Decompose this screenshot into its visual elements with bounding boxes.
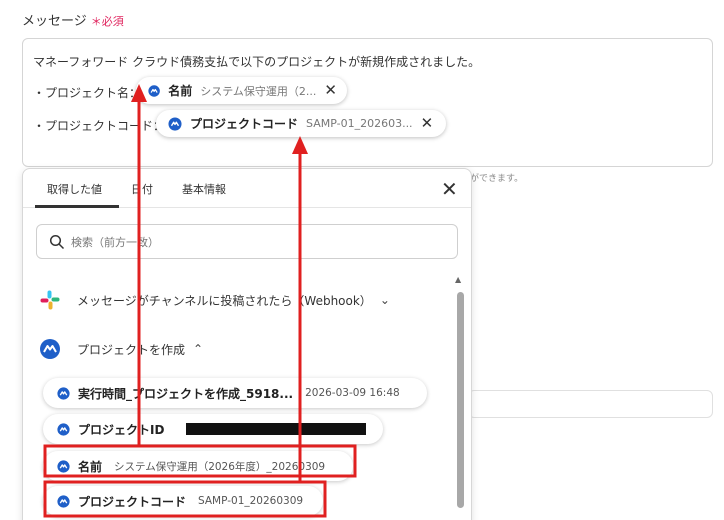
chevron-up-icon: ⌃ <box>193 342 204 356</box>
moneyforward-icon <box>148 84 160 97</box>
group-create-project[interactable]: プロジェクトを作成 ⌃ <box>39 338 203 360</box>
close-icon[interactable]: ✕ <box>324 83 337 98</box>
item-label: プロジェクトコード <box>78 494 187 509</box>
moneyforward-icon <box>57 494 70 508</box>
tab-basic-info[interactable]: 基本情報 <box>182 181 226 197</box>
item-value: 2026-03-09 16:48 <box>305 387 400 399</box>
chip-label: 名前 <box>168 84 193 98</box>
redacted-value <box>186 423 367 435</box>
slack-icon <box>40 290 60 310</box>
group-label: プロジェクトを作成 <box>77 342 186 357</box>
moneyforward-icon <box>57 459 70 473</box>
chip-value: SAMP-01_202603... <box>306 117 413 130</box>
item-label: プロジェクトID <box>78 422 165 437</box>
chevron-down-icon: ⌄ <box>379 293 390 307</box>
required-badge: ＊必須 <box>90 15 124 28</box>
moneyforward-icon <box>57 386 70 400</box>
message-line-1: マネーフォワード クラウド債務支払で以下のプロジェクトが新規作成されました。 <box>33 55 481 69</box>
chip-value: システム保守運用（2... <box>200 84 317 98</box>
close-icon[interactable]: ✕ <box>441 179 458 199</box>
active-tab-indicator <box>35 205 119 208</box>
search-input[interactable]: 検索（前方一致） <box>36 224 458 259</box>
message-field-label: メッセージ ＊必須 <box>22 14 124 29</box>
search-placeholder: 検索（前方一致） <box>71 235 159 249</box>
tab-retrieved-values[interactable]: 取得した値 <box>47 181 102 197</box>
value-item-name[interactable]: 名前 システム保守運用（2026年度）_20260309 <box>43 451 353 481</box>
group-slack-webhook[interactable]: メッセージがチャンネルに投稿されたら（Webhook） ⌄ <box>39 289 390 311</box>
value-item-project-code[interactable]: プロジェクトコード SAMP-01_20260309 <box>43 486 323 516</box>
item-value: システム保守運用（2026年度）_20260309 <box>114 460 326 473</box>
scroll-up-icon[interactable]: ▲ <box>455 275 461 284</box>
message-line-project-code-label: ・プロジェクトコード： <box>33 119 166 133</box>
item-label: 名前 <box>78 459 103 474</box>
variable-chip-project-code[interactable]: プロジェクトコード SAMP-01_202603... ✕ <box>156 110 446 137</box>
item-value: SAMP-01_20260309 <box>198 495 304 507</box>
variable-picker-panel: 取得した値 日付 基本情報 ✕ 検索（前方一致） ▲ メッセージがチャンネルに投… <box>22 168 472 520</box>
moneyforward-icon <box>168 116 182 131</box>
helper-text: ができます。 <box>470 174 524 184</box>
message-textarea[interactable]: マネーフォワード クラウド債務支払で以下のプロジェクトが新規作成されました。 ・… <box>22 38 713 167</box>
tab-date[interactable]: 日付 <box>131 181 153 197</box>
search-icon <box>49 234 65 249</box>
message-line-project-name-label: ・プロジェクト名： <box>33 86 142 100</box>
moneyforward-icon <box>40 339 60 359</box>
panel-tabs: 取得した値 日付 基本情報 <box>23 169 471 208</box>
variable-chip-name[interactable]: 名前 システム保守運用（2... ✕ <box>136 77 347 104</box>
moneyforward-icon <box>57 422 70 436</box>
close-icon[interactable]: ✕ <box>421 116 434 131</box>
value-item-project-id[interactable]: プロジェクトID <box>43 414 383 444</box>
item-label: 実行時間_プロジェクトを作成_5918... <box>78 386 294 401</box>
chip-label: プロジェクトコード <box>190 117 299 131</box>
scrollbar[interactable] <box>457 292 464 508</box>
value-item-execution-time[interactable]: 実行時間_プロジェクトを作成_5918... 2026-03-09 16:48 <box>43 378 427 408</box>
background-input-field[interactable] <box>468 390 713 418</box>
group-label: メッセージがチャンネルに投稿されたら（Webhook） <box>77 293 372 308</box>
